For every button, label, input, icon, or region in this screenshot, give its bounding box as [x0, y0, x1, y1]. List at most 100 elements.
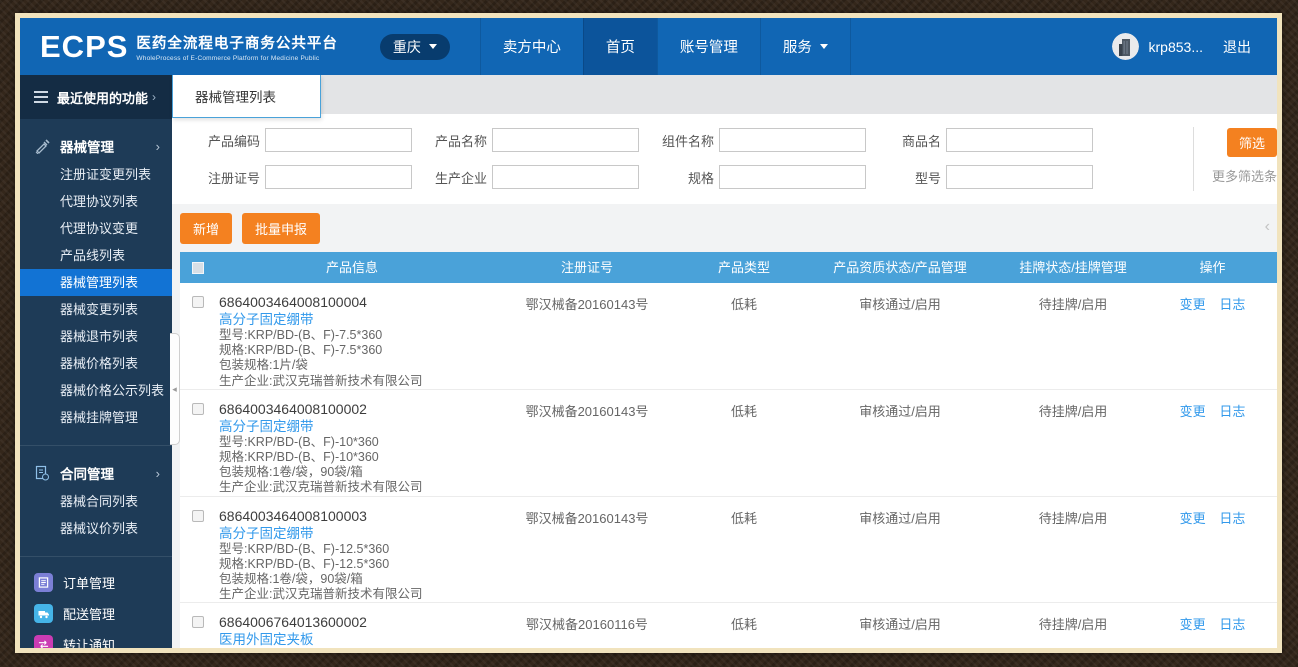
- table-row: 6864006764013600002 医用外固定夹板 型号:肩臂型-S;肩臂型…: [180, 603, 1277, 648]
- contract-icon: [34, 465, 50, 481]
- sidebar-bottom-section: 订单管理 配送管理 转让通知: [20, 556, 172, 648]
- chevron-down-icon: [428, 44, 437, 49]
- username[interactable]: krp853...: [1149, 39, 1203, 55]
- cert-number-cell: 鄂汉械备20160143号: [525, 297, 649, 312]
- filter-grid: 产品编码 产品名称 组件名称 商品名 注册证号 生产企业 规格 型号: [202, 128, 1277, 189]
- nav-services[interactable]: 服务: [759, 18, 851, 75]
- change-link[interactable]: 变更: [1180, 401, 1206, 420]
- sidebar-item-device-contract-list[interactable]: 器械合同列表: [20, 488, 172, 515]
- table-toolbar: 新增 批量申报 ‹: [172, 204, 1277, 252]
- listing-status-cell: 待挂牌/启用: [1038, 403, 1108, 419]
- cert-number-cell: 鄂汉械备20160143号: [525, 510, 649, 526]
- table-row: 6864003464008100003 高分子固定绷带 型号:KRP/BD-(B…: [180, 496, 1277, 604]
- row-checkbox[interactable]: [192, 402, 204, 415]
- sidebar-group-label: 合同管理: [60, 467, 114, 482]
- model-input[interactable]: [946, 165, 1093, 189]
- col-header-product-info: 产品信息: [325, 260, 378, 275]
- sidebar-item-delivery-management[interactable]: 配送管理: [20, 598, 172, 629]
- sidebar: 最近使用的功能 › 器械管理 › 注册证变更列表 代理协议列表 代理协议变更 产…: [20, 75, 172, 648]
- nav-home[interactable]: 首页: [582, 18, 657, 75]
- sidebar-device-section: 器械管理 › 注册证变更列表 代理协议列表 代理协议变更 产品线列表 器械管理列…: [20, 119, 172, 445]
- change-link[interactable]: 变更: [1180, 294, 1206, 313]
- product-name-link[interactable]: 高分子固定绷带: [219, 418, 488, 435]
- logo-text: ECPS: [40, 29, 129, 64]
- change-link[interactable]: 变更: [1180, 508, 1206, 527]
- sidebar-contract-section: 合同管理 › 器械合同列表 器械议价列表: [20, 445, 172, 556]
- sidebar-item-device-management-list[interactable]: 器械管理列表: [20, 269, 172, 296]
- sidebar-item-order-management[interactable]: 订单管理: [20, 567, 172, 598]
- main-area: 最近使用的功能 › 器械管理 › 注册证变更列表 代理协议列表 代理协议变更 产…: [20, 75, 1277, 648]
- chevron-right-icon: ›: [155, 465, 160, 481]
- operations-cell: 变更 日志: [1148, 291, 1277, 389]
- platform-title-block: 医药全流程电子商务公共平台 WholeProcess of E-Commerce…: [136, 32, 338, 62]
- sidebar-item-device-price-public-list[interactable]: 器械价格公示列表: [20, 377, 172, 404]
- cert-number-cell: 鄂汉械备20160116号: [526, 617, 648, 633]
- log-link[interactable]: 日志: [1219, 401, 1245, 420]
- sidebar-item-device-change-list[interactable]: 器械变更列表: [20, 296, 172, 323]
- avatar[interactable]: [1111, 33, 1139, 60]
- recent-menu-item[interactable]: 器械管理列表: [195, 86, 276, 106]
- product-name-link[interactable]: 医用外固定夹板: [219, 631, 488, 648]
- logout-link[interactable]: 退出: [1223, 37, 1251, 57]
- log-link[interactable]: 日志: [1219, 508, 1245, 527]
- cert-number-input[interactable]: [265, 165, 412, 189]
- chevron-left-icon[interactable]: ‹: [1265, 218, 1270, 236]
- sidebar-item-device-negotiation-list[interactable]: 器械议价列表: [20, 515, 172, 542]
- col-header-cert-number: 注册证号: [560, 260, 613, 275]
- col-header-operations: 操作: [1199, 260, 1226, 275]
- product-name-link[interactable]: 高分子固定绷带: [219, 525, 488, 542]
- filter-label: 型号: [914, 170, 941, 186]
- listing-status-cell: 待挂牌/启用: [1038, 617, 1108, 633]
- sidebar-item-device-price-list[interactable]: 器械价格列表: [20, 350, 172, 377]
- product-name-link[interactable]: 高分子固定绷带: [219, 311, 488, 328]
- product-code-input[interactable]: [265, 128, 412, 152]
- row-checkbox[interactable]: [192, 509, 204, 522]
- sidebar-item-device-delist-list[interactable]: 器械退市列表: [20, 323, 172, 350]
- manufacturer-input[interactable]: [492, 165, 639, 189]
- sidebar-item-agency-agreement-list[interactable]: 代理协议列表: [20, 188, 172, 215]
- change-link[interactable]: 变更: [1180, 614, 1206, 633]
- filter-label: 组件名称: [661, 133, 714, 149]
- nav-seller-center[interactable]: 卖方中心: [479, 18, 583, 75]
- filter-button[interactable]: 筛选: [1226, 128, 1277, 157]
- spec-input[interactable]: [719, 165, 866, 189]
- row-checkbox[interactable]: [192, 616, 204, 629]
- sidebar-item-agency-agreement-change[interactable]: 代理协议变更: [20, 215, 172, 242]
- product-info-cell: 6864006764013600002 医用外固定夹板 型号:肩臂型-S;肩臂型…: [216, 611, 488, 648]
- sidebar-item-device-listing-management[interactable]: 器械挂牌管理: [20, 404, 172, 431]
- sidebar-collapse-handle[interactable]: ◂: [170, 333, 180, 445]
- recent-functions-toggle[interactable]: 最近使用的功能 ›: [20, 75, 172, 119]
- sidebar-group-contract-management[interactable]: 合同管理 ›: [20, 458, 172, 488]
- operations-cell: 变更 日志: [1148, 398, 1277, 496]
- product-code: 6864006764013600002: [219, 614, 367, 631]
- product-info-cell: 6864003464008100004 高分子固定绷带 型号:KRP/BD-(B…: [216, 291, 488, 389]
- screen-frame: ECPS 医药全流程电子商务公共平台 WholeProcess of E-Com…: [15, 13, 1282, 653]
- orders-icon: [34, 573, 53, 592]
- trade-name-input[interactable]: [946, 128, 1093, 152]
- log-link[interactable]: 日志: [1219, 294, 1245, 313]
- region-selector[interactable]: 重庆: [379, 33, 450, 60]
- product-info-cell: 6864003464008100003 高分子固定绷带 型号:KRP/BD-(B…: [216, 505, 488, 603]
- filter-label: 规格: [687, 170, 714, 186]
- select-all-checkbox[interactable]: [192, 261, 204, 274]
- component-name-input[interactable]: [719, 128, 866, 152]
- sidebar-item-cert-change-list[interactable]: 注册证变更列表: [20, 161, 172, 188]
- log-link[interactable]: 日志: [1219, 614, 1245, 633]
- product-name-input[interactable]: [492, 128, 639, 152]
- batch-declare-button[interactable]: 批量申报: [242, 212, 321, 244]
- logo[interactable]: ECPS 医药全流程电子商务公共平台 WholeProcess of E-Com…: [20, 31, 338, 62]
- add-button[interactable]: 新增: [180, 212, 233, 244]
- content-area: 器械管理列表 产品编码 产品名称 组件名称 商品名 注册证号 生产企业 规格 型…: [172, 75, 1277, 648]
- qual-status-cell: 审核通过/启用: [859, 403, 941, 419]
- chevron-right-icon: ›: [155, 138, 160, 154]
- recent-menu-popup: 器械管理列表: [172, 75, 321, 118]
- nav-account-management[interactable]: 账号管理: [656, 18, 760, 75]
- sidebar-item-product-line-list[interactable]: 产品线列表: [20, 242, 172, 269]
- row-checkbox[interactable]: [192, 296, 204, 308]
- product-type-cell: 低耗: [730, 297, 757, 312]
- filter-panel: 产品编码 产品名称 组件名称 商品名 注册证号 生产企业 规格 型号 筛选 更多…: [172, 114, 1277, 204]
- sidebar-group-device-management[interactable]: 器械管理 ›: [20, 131, 172, 161]
- sidebar-item-transfer-notice[interactable]: 转让通知: [20, 629, 172, 648]
- table-header-row: 产品信息 注册证号 产品类型 产品资质状态/产品管理 挂牌状态/挂牌管理 操作: [180, 252, 1277, 283]
- more-filters-link[interactable]: 更多筛选条: [1194, 166, 1277, 185]
